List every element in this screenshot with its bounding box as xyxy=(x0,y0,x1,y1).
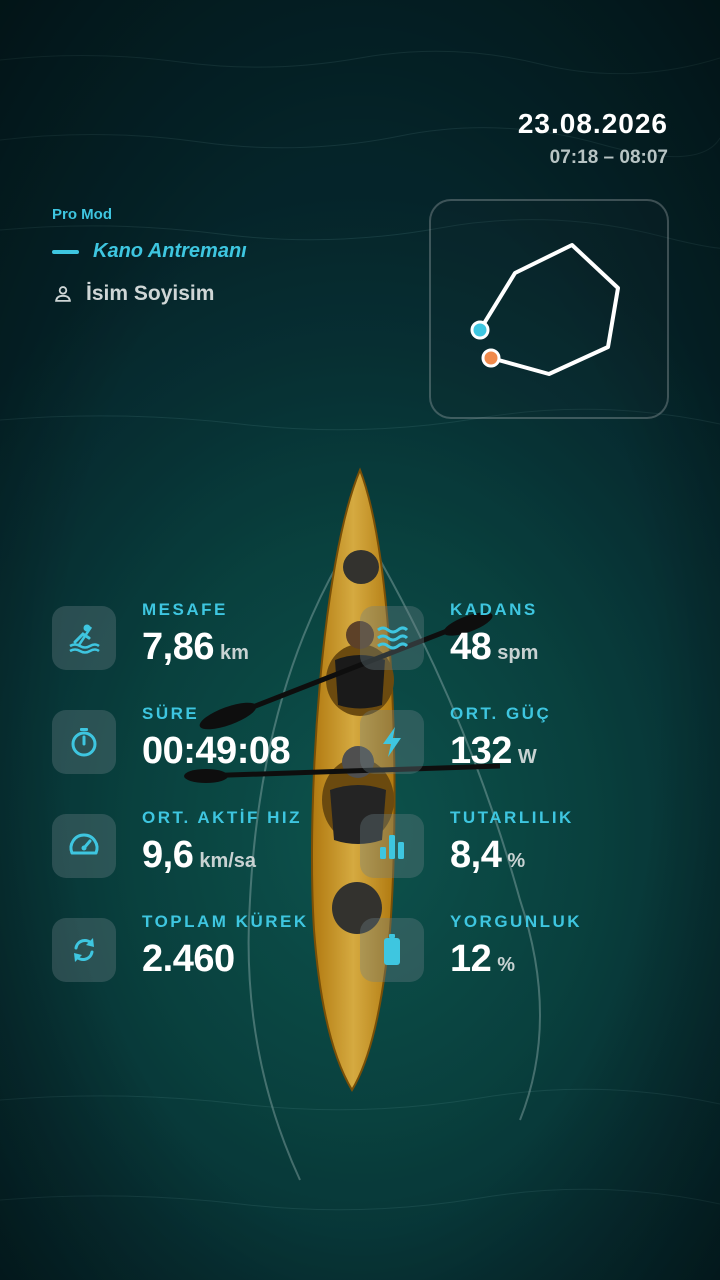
refresh-icon xyxy=(52,918,116,982)
stat-label: MESAFE xyxy=(142,600,228,619)
workout-date: 23.08.2026 xyxy=(517,108,668,139)
activity-name: Kano Antremanı xyxy=(93,240,247,262)
activity-title: Kano Antremanı xyxy=(52,240,247,263)
route-end-marker xyxy=(481,348,501,368)
stat-value: 9,6 xyxy=(142,834,194,876)
stat-label: YORGUNLUK xyxy=(450,912,583,931)
stat-cadence: KADANS 48 spm xyxy=(360,600,539,670)
user-row: İsim Soyisim xyxy=(52,282,214,306)
stat-value: 132 xyxy=(450,730,512,772)
person-icon xyxy=(55,286,71,302)
stat-distance: MESAFE 7,86 km xyxy=(52,600,249,670)
user-name: İsim Soyisim xyxy=(86,282,215,305)
lightning-icon xyxy=(360,710,424,774)
bar-chart-icon xyxy=(360,814,424,878)
stat-avg-power: ORT. GÜÇ 132 W xyxy=(360,704,551,774)
speedometer-icon xyxy=(52,814,116,878)
stat-label: KADANS xyxy=(450,600,538,619)
stat-unit: W xyxy=(517,746,537,768)
stat-value: 7,86 xyxy=(142,626,214,668)
stat-label: TUTARLILIK xyxy=(450,808,574,827)
stat-label: ORT. GÜÇ xyxy=(450,704,552,723)
stat-unit: km/sa xyxy=(199,850,257,872)
mode-label: Pro Mod xyxy=(52,206,112,223)
stat-value: 8,4 xyxy=(450,834,502,876)
stat-unit: km xyxy=(219,642,249,664)
stopwatch-icon xyxy=(52,710,116,774)
route-path xyxy=(470,243,620,376)
stat-unit: % xyxy=(507,850,526,872)
stat-value: 2.460 xyxy=(142,938,235,980)
stat-value: 48 xyxy=(450,626,492,668)
stat-avg-active-speed: ORT. AKTİF HIZ 9,6 km/sa xyxy=(52,808,302,878)
route-map[interactable] xyxy=(429,199,669,419)
stat-value: 00:49:08 xyxy=(142,730,291,772)
waves-icon xyxy=(360,606,424,670)
route-start-marker xyxy=(470,320,490,340)
stat-label: TOPLAM KÜREK xyxy=(142,912,309,931)
stat-consistency: TUTARLILIK 8,4% xyxy=(360,808,574,878)
stat-value: 12 xyxy=(450,938,492,980)
stat-duration: SÜRE 00:49:08 xyxy=(52,704,296,774)
stat-label: SÜRE xyxy=(142,704,200,723)
workout-time-range: 07:18 – 08:07 xyxy=(549,147,668,168)
stat-unit: spm xyxy=(497,642,539,664)
kayak-icon xyxy=(52,606,116,670)
stat-label: ORT. AKTİF HIZ xyxy=(142,808,302,827)
activity-dash xyxy=(52,249,79,254)
stat-total-strokes: TOPLAM KÜREK 2.460 xyxy=(52,912,309,982)
battery-icon xyxy=(360,918,424,982)
stat-unit: % xyxy=(497,954,516,976)
stat-fatigue: YORGUNLUK 12% xyxy=(360,912,582,982)
